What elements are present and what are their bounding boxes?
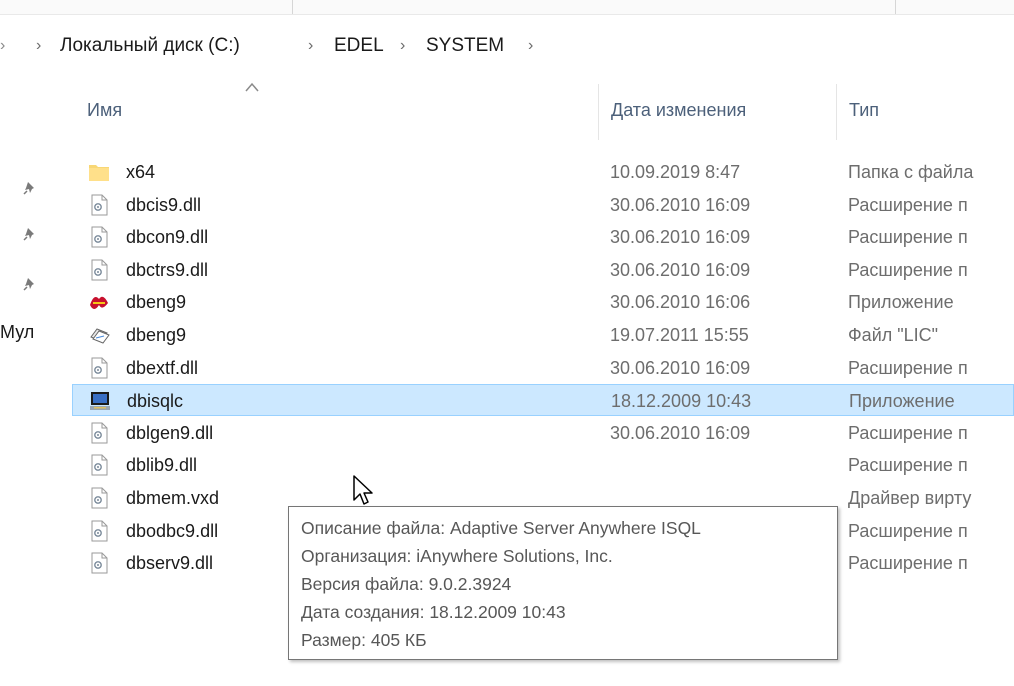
tooltip-version: Версия файла: 9.0.2.3924	[301, 574, 512, 594]
column-header-name[interactable]: Имя	[87, 88, 122, 132]
file-name: dbisqlc	[127, 391, 184, 412]
breadcrumb-chevron-icon[interactable]: ›	[400, 26, 405, 66]
file-date-modified: 30.06.2010 16:09	[610, 357, 751, 378]
file-row[interactable]: x64 10.09.2019 8:47 Папка с файла	[72, 156, 1014, 188]
file-name: dbserv9.dll	[126, 553, 214, 574]
pin-icon[interactable]	[22, 226, 38, 242]
dll-file-icon	[88, 454, 110, 476]
dll-file-icon	[88, 552, 110, 574]
file-type: Папка с файла	[848, 162, 974, 182]
file-date-modified: 30.06.2010 16:09	[610, 422, 751, 443]
column-header-date[interactable]: Дата изменения	[611, 88, 746, 132]
file-date-modified: 30.06.2010 16:06	[610, 292, 751, 313]
file-type: Расширение п	[848, 422, 968, 443]
folder-icon	[88, 161, 110, 183]
file-row[interactable]: dbcon9.dll 30.06.2010 16:09 Расширение п	[72, 221, 1014, 253]
tooltip-description: Описание файла: Adaptive Server Anywhere…	[301, 518, 701, 538]
file-date-modified: 18.12.2009 10:43	[611, 391, 752, 412]
breadcrumb-item-system[interactable]: SYSTEM	[426, 26, 504, 66]
file-date-modified: 30.06.2010 16:09	[610, 194, 751, 215]
file-row[interactable]: dbisqlc 18.12.2009 10:43 Приложение	[72, 384, 1014, 417]
file-type: Файл "LIC"	[848, 325, 939, 345]
tooltip-size: Размер: 405 КБ	[301, 630, 427, 650]
breadcrumb-chevron-icon[interactable]: ›	[36, 26, 41, 66]
dll-file-icon	[88, 357, 110, 379]
file-info-tooltip: Описание файла: Adaptive Server Anywhere…	[288, 506, 838, 660]
file-type: Расширение п	[848, 227, 968, 248]
breadcrumb-item-local-disk[interactable]: Локальный диск (C:)	[60, 26, 240, 66]
toolbar-divider	[895, 0, 896, 14]
file-type: Расширение п	[848, 194, 968, 215]
file-type: Драйвер вирту	[848, 488, 972, 508]
file-date-modified: 30.06.2010 16:09	[610, 227, 751, 248]
nav-item-label[interactable]: Мул	[0, 322, 34, 343]
file-type: Расширение п	[848, 357, 968, 378]
file-name: dbcis9.dll	[126, 194, 202, 215]
dll-file-icon	[88, 487, 110, 509]
file-row[interactable]: dblgen9.dll 30.06.2010 16:09 Расширение п	[72, 417, 1014, 449]
sql-app-icon	[88, 291, 110, 313]
file-type: Расширение п	[848, 259, 968, 280]
file-name: dbeng9	[126, 292, 187, 313]
file-name: x64	[126, 162, 156, 182]
file-name: dbctrs9.dll	[126, 259, 209, 280]
sort-ascending-icon	[245, 82, 259, 92]
breadcrumb-item-edel[interactable]: EDEL	[334, 26, 384, 66]
breadcrumb: › › Локальный диск (C:) › EDEL › SYSTEM …	[0, 26, 1014, 66]
column-divider[interactable]	[598, 84, 599, 140]
tooltip-company: Организация: iAnywhere Solutions, Inc.	[301, 546, 613, 566]
navigation-pane: Мул	[0, 80, 60, 686]
column-header-type[interactable]: Тип	[849, 88, 879, 132]
file-row[interactable]: dbeng9 30.06.2010 16:06 Приложение	[72, 286, 1014, 318]
file-name: dbmem.vxd	[126, 488, 220, 508]
dll-file-icon	[88, 520, 110, 542]
dll-file-icon	[88, 422, 110, 444]
file-type: Приложение	[848, 292, 954, 313]
file-type: Расширение п	[848, 553, 968, 574]
tooltip-created: Дата создания: 18.12.2009 10:43	[301, 602, 566, 622]
file-type: Приложение	[849, 391, 955, 412]
file-date-modified: 19.07.2011 15:55	[610, 325, 749, 345]
file-name: dblib9.dll	[126, 455, 198, 476]
file-name: dbcon9.dll	[126, 227, 209, 248]
file-type: Расширение п	[848, 455, 968, 476]
file-date-modified: 30.06.2010 16:09	[610, 259, 751, 280]
file-name: dbeng9	[126, 325, 187, 345]
file-name: dbodbc9.dll	[126, 520, 219, 541]
breadcrumb-chevron-icon[interactable]: ›	[528, 26, 533, 66]
breadcrumb-chevron-icon[interactable]: ›	[308, 26, 313, 66]
pin-icon[interactable]	[22, 180, 38, 196]
top-toolbar-strip	[0, 0, 1014, 15]
file-name: dblgen9.dll	[126, 422, 214, 443]
pin-icon[interactable]	[22, 276, 38, 292]
file-row[interactable]: dblib9.dll Расширение п	[72, 449, 1014, 481]
computer-app-icon	[89, 390, 111, 412]
breadcrumb-overflow-icon[interactable]: ›	[0, 26, 5, 66]
file-type: Расширение п	[848, 520, 968, 541]
file-name: dbextf.dll	[126, 357, 199, 378]
toolbar-divider	[292, 0, 293, 14]
file-row[interactable]: dbeng9 19.07.2011 15:55 Файл "LIC"	[72, 319, 1014, 351]
dll-file-icon	[88, 194, 110, 216]
column-divider[interactable]	[836, 84, 837, 140]
file-row[interactable]: dbctrs9.dll 30.06.2010 16:09 Расширение п	[72, 254, 1014, 286]
dll-file-icon	[88, 226, 110, 248]
license-file-icon	[88, 324, 110, 346]
file-row[interactable]: dbextf.dll 30.06.2010 16:09 Расширение п	[72, 352, 1014, 384]
dll-file-icon	[88, 259, 110, 281]
file-row[interactable]: dbcis9.dll 30.06.2010 16:09 Расширение п	[72, 189, 1014, 221]
file-date-modified: 10.09.2019 8:47	[610, 162, 741, 182]
mouse-cursor-icon	[353, 475, 373, 505]
